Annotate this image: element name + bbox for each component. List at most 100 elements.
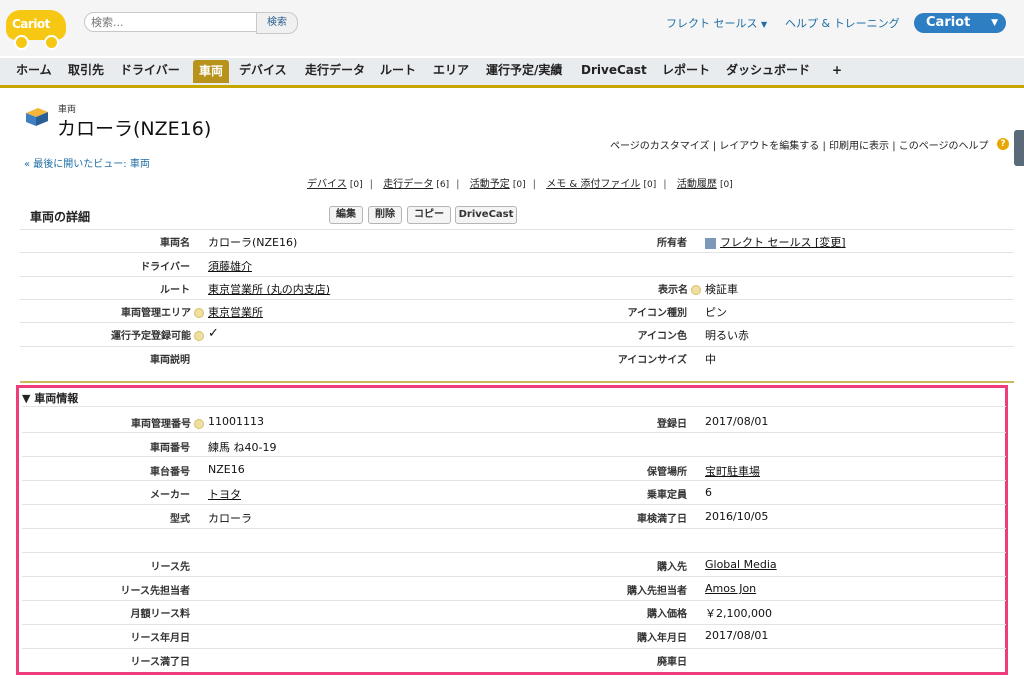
owner-link[interactable]: フレクト セールス [変更] [720,236,846,249]
related-history-link[interactable]: 活動履歴 [0] [677,179,733,190]
tab-trip-data[interactable]: 走行データ [305,58,365,83]
capacity-value: 6 [705,486,712,499]
inspection-expiry-value: 2016/10/05 [705,510,769,523]
field-label: 車両管理番号 [131,415,204,430]
tab-drivecast[interactable]: DriveCast [581,58,647,83]
tab-devices[interactable]: デバイス [239,58,287,83]
help-bubble-icon[interactable] [194,308,204,318]
model-value: カローラ [208,512,252,525]
field-label: リース年月日 [130,633,191,644]
logo-text: Cariot [12,17,50,31]
search-button[interactable]: 検索 [256,12,298,34]
user-icon [705,237,716,249]
sidebar-toggle-handle[interactable] [1014,130,1024,166]
field-label: 廃車日 [657,657,687,668]
page-help-link[interactable]: このページのヘルプ [899,141,989,152]
vendor-contact-link[interactable]: Amos Jon [705,582,756,595]
tab-add-plus[interactable]: + [832,58,842,83]
delete-button[interactable]: 削除 [368,206,402,224]
field-label: 登録日 [657,419,687,430]
tab-drivers[interactable]: ドライバー [120,58,180,83]
maker-link[interactable]: トヨタ [208,488,241,501]
vendor-contact-value: Amos Jon [705,582,756,595]
back-to-list-link[interactable]: « 最後に開いたビュー: 車両 [24,155,150,170]
driver-value: 須藤雄介 [208,258,252,274]
vendor-value: Global Media [705,558,777,571]
area-link[interactable]: 東京営業所 [208,306,263,319]
search-input[interactable] [84,12,268,32]
edit-layout-link[interactable]: レイアウトを編集する [719,141,819,152]
field-label: 購入先担当者 [627,586,687,597]
cariot-logo[interactable]: Cariot [6,6,66,50]
related-notes-link[interactable]: メモ & 添付ファイル [0] [546,179,656,190]
field-label: リース先 [150,562,191,573]
help-bubble-icon[interactable] [691,285,701,295]
detail-section-title: 車両の詳細 [30,210,91,224]
logo-wheel-icon [44,35,59,50]
field-label: リース満了日 [130,657,191,668]
tab-home[interactable]: ホーム [16,58,52,83]
storage-location-link[interactable]: 宝町駐車場 [705,465,760,478]
checkmark-icon: ✓ [208,326,219,341]
purchase-price-value: ￥2,100,000 [705,607,772,620]
field-label: 車両管理エリア [121,304,204,319]
tab-accounts[interactable]: 取引先 [68,58,104,83]
help-icon[interactable]: ? [997,138,1009,150]
field-label: 月額リース料 [130,609,191,620]
record-content: 車両 カローラ(NZE16) ページのカスタマイズ | レイアウトを編集する |… [0,88,1024,681]
help-training-link[interactable]: ヘルプ & トレーニング [785,15,900,31]
tab-routes[interactable]: ルート [380,58,416,83]
field-label: 購入先 [657,562,687,573]
field-label: ルート [160,285,190,296]
vehicle-info-section-toggle[interactable]: ▼ 車両情報 [22,390,78,406]
related-trip-data-link[interactable]: 走行データ [6] [383,179,449,190]
driver-link[interactable]: 須藤雄介 [208,260,252,273]
icon-size-value: 中 [705,353,716,366]
vendor-link[interactable]: Global Media [705,558,777,571]
maker-value: トヨタ [208,486,241,502]
logo-wheel-icon [14,35,29,50]
user-menu[interactable]: フレクト セールス ▼ [666,15,767,31]
field-label: 型式 [170,514,190,525]
chassis-number-value: NZE16 [208,463,245,476]
field-label: アイコン種別 [627,308,688,319]
field-label: アイコン色 [637,331,688,342]
tab-areas[interactable]: エリア [433,58,469,83]
route-link[interactable]: 東京営業所 (丸の内支店) [208,283,330,296]
tab-reports[interactable]: レポート [662,58,710,83]
help-bubble-icon[interactable] [194,331,204,341]
printable-view-link[interactable]: 印刷用に表示 [829,141,889,152]
page-title: カローラ(NZE16) [57,118,212,140]
drivecast-button[interactable]: DriveCast [455,206,517,224]
tab-dashboards[interactable]: ダッシュボード [726,58,810,83]
tab-schedule[interactable]: 運行予定/実績 [486,58,562,83]
related-devices-link[interactable]: デバイス [0] [307,179,363,190]
customize-page-link[interactable]: ページのカスタマイズ [610,141,710,152]
field-label: 購入年月日 [637,633,687,644]
help-bubble-icon[interactable] [194,419,204,429]
app-menu-button[interactable]: Cariot ▼ [914,13,1006,33]
related-list-links: デバイス [0] | 走行データ [6] | 活動予定 [0] | メモ & 添付ファ… [307,179,733,190]
related-activities-link[interactable]: 活動予定 [0] [470,179,526,190]
field-label: ドライバー [140,262,190,273]
top-bar: Cariot 検索 フレクト セールス ▼ ヘルプ & トレーニング Cario… [0,0,1024,56]
chevron-down-icon: ▼ [991,18,998,28]
icon-type-value: ピン [705,306,727,319]
storage-location-value: 宝町駐車場 [705,463,760,479]
tab-vehicles[interactable]: 車両 [193,60,230,83]
copy-button[interactable]: コピー [407,206,451,224]
chevron-down-icon: ▼ [761,20,768,29]
field-label: 車両名 [160,238,190,249]
tab-bar: ホーム 取引先 ドライバー 車両 デバイス 走行データ ルート エリア 運行予定… [0,58,1024,88]
field-label: 車両番号 [150,443,190,454]
edit-button[interactable]: 編集 [329,206,363,224]
field-label: 車検満了日 [637,514,687,525]
vehicle-icon [26,108,48,126]
field-label: メーカー [150,490,190,501]
field-label: 保管場所 [647,467,687,478]
vehicle-mgmt-number-value: 11001113 [208,415,264,428]
registration-date-value: 2017/08/01 [705,415,769,428]
plate-number-value: 練馬 ね40-19 [208,441,277,454]
field-label: 車両説明 [150,355,190,366]
icon-color-value: 明るい赤 [705,329,749,342]
